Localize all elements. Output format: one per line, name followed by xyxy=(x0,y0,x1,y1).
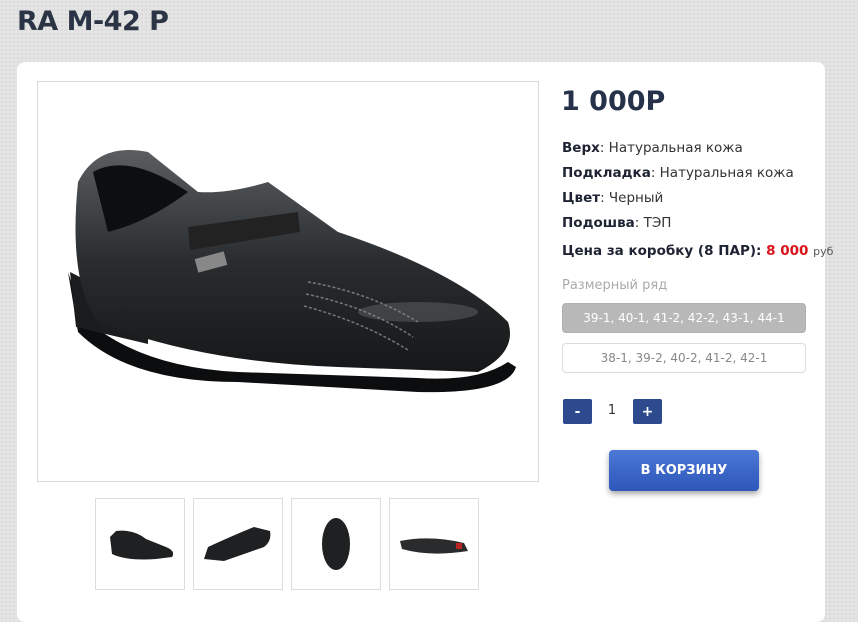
size-option-1[interactable]: 39-1, 40-1, 41-2, 42-2, 43-1, 44-1 xyxy=(562,303,806,333)
thumbnail-1[interactable] xyxy=(95,498,185,590)
box-price-value: 8 000 xyxy=(766,243,809,259)
spec-label: Подошва xyxy=(562,215,635,231)
shoe-thumb-image xyxy=(110,530,174,560)
spec-value: : Натуральная кожа xyxy=(599,140,743,156)
spec-color: Цвет: Черный xyxy=(562,190,663,206)
size-range-label: Размерный ряд xyxy=(562,278,668,293)
add-to-cart-button[interactable]: В КОРЗИНУ xyxy=(609,450,759,491)
page-title: RA M-42 P xyxy=(17,6,169,37)
spec-label: Подкладка xyxy=(562,165,651,181)
quantity-value[interactable]: 1 xyxy=(598,403,626,418)
spec-label: Цвет xyxy=(562,190,601,206)
quantity-increase-button[interactable]: + xyxy=(633,399,662,424)
size-option-2[interactable]: 38-1, 39-2, 40-2, 41-2, 42-1 xyxy=(562,343,806,373)
thumbnail-2[interactable] xyxy=(193,498,283,590)
spec-value: : ТЭП xyxy=(634,215,672,231)
spec-value: : Натуральная кожа xyxy=(650,165,794,181)
spec-label: Верх xyxy=(562,140,600,156)
spec-lining: Подкладка: Натуральная кожа xyxy=(562,165,794,181)
shoe-thumb-image xyxy=(400,538,468,554)
quantity-decrease-button[interactable]: - xyxy=(563,399,592,424)
spec-upper: Верх: Натуральная кожа xyxy=(562,140,743,156)
thumbnail-4[interactable] xyxy=(389,498,479,590)
product-price: 1 000Р xyxy=(561,86,666,117)
thumbnail-3[interactable] xyxy=(291,498,381,590)
box-price: Цена за коробку (8 ПАР): 8 000 руб xyxy=(562,243,833,259)
box-price-label: Цена за коробку (8 ПАР): xyxy=(562,243,767,259)
shoe-thumb-image xyxy=(322,518,350,570)
shoe-image xyxy=(68,150,516,393)
main-product-image[interactable] xyxy=(37,81,539,482)
spec-sole: Подошва: ТЭП xyxy=(562,215,671,231)
shoe-thumb-image xyxy=(204,527,271,561)
spec-value: : Черный xyxy=(600,190,664,206)
box-price-currency: руб xyxy=(813,245,834,258)
